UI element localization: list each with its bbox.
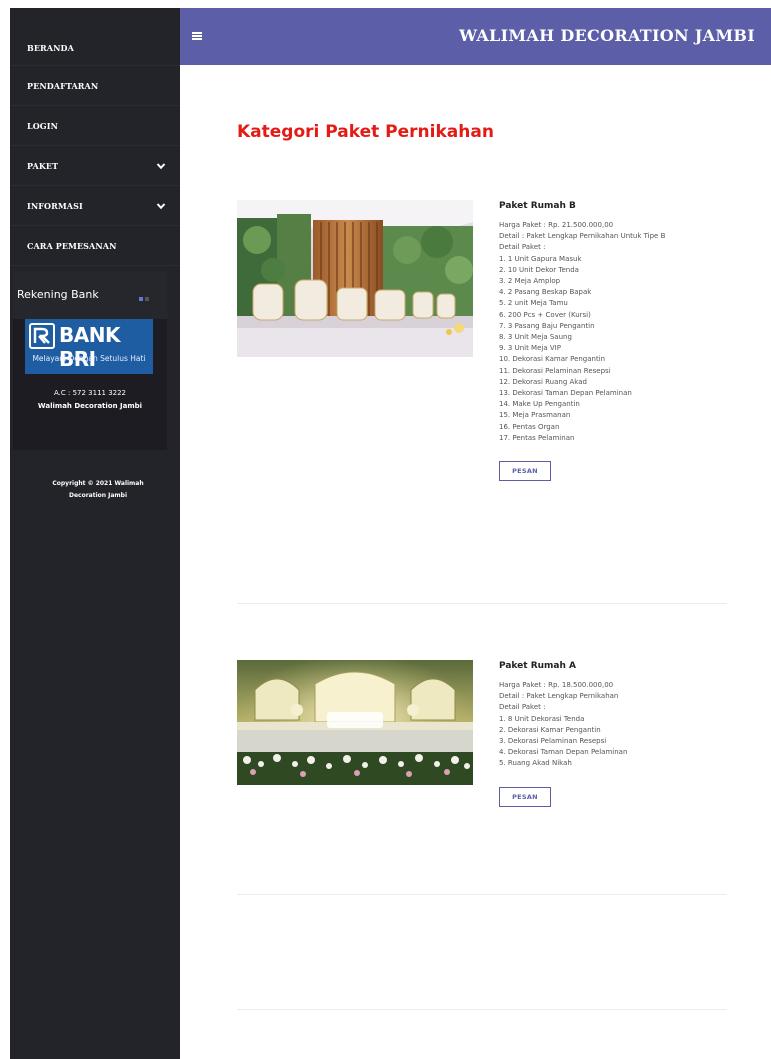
package-item: 4. Dekorasi Taman Depan Pelaminan [499, 748, 628, 757]
bank-title: Rekening Bank [17, 288, 99, 301]
package-item: 10. Dekorasi Kamar Pengantin [499, 355, 606, 364]
package-item: 7. 3 Pasang Baju Pengantin [499, 321, 595, 330]
product-name: Paket Rumah B [499, 201, 576, 211]
sidebar-item-label: LOGIN [27, 120, 58, 131]
package-item: 6. 200 Pcs + Cover (Kursi) [499, 310, 591, 319]
wedding-decoration-photo [237, 660, 473, 785]
product-detail-label: Detail Paket : [499, 703, 546, 712]
product-name: Paket Rumah A [499, 661, 577, 671]
sidebar-item-informasi[interactable]: INFORMASI [10, 186, 180, 226]
product-details: Harga Paket : Rp. 21.500.000,00 Detail :… [499, 220, 727, 444]
sidebar-nav: BERANDA PENDAFTARAN LOGIN PAKET INFORMAS… [10, 8, 180, 266]
package-item: 5. Ruang Akad Nikah [499, 759, 572, 768]
bank-account-box: Rekening Bank BANK BRI Melayani Dengan S… [13, 271, 167, 450]
sidebar-item-paket[interactable]: PAKET [10, 146, 180, 186]
wedding-decoration-photo [237, 200, 473, 357]
package-item: 16. Pentas Organ [499, 422, 560, 431]
package-item: 4. 2 Pasang Beskap Bapak [499, 288, 592, 297]
product-image-rumah-a[interactable] [237, 660, 473, 785]
pesan-button[interactable]: PESAN [499, 461, 551, 482]
bank-account-number: A.C : 572 3111 3222 [53, 389, 127, 397]
package-item: 11. Dekorasi Pelaminan Resepsi [499, 366, 611, 375]
divider [237, 1009, 727, 1010]
sidebar: BERANDA PENDAFTARAN LOGIN PAKET INFORMAS… [10, 8, 180, 1059]
package-item: 3. 2 Meja Amplop [499, 277, 561, 286]
product-price: Harga Paket : Rp. 18.500.000,00 [499, 681, 614, 689]
bank-header: Rekening Bank [13, 271, 167, 319]
product-detail-label: Detail Paket : [499, 243, 546, 252]
pesan-button[interactable]: PESAN [499, 786, 551, 807]
bri-logo-tagline: Melayani Dengan Setulus Hati [32, 354, 146, 363]
package-item: 9. 3 Unit Meja VIP [499, 344, 561, 353]
chevron-down-icon [156, 202, 166, 209]
carousel-indicator[interactable] [139, 297, 155, 301]
product-info: Paket Rumah A Harga Paket : Rp. 18.500.0… [499, 660, 727, 807]
sidebar-item-label: CARA PEMESANAN [27, 240, 117, 251]
page-title: Kategori Paket Pernikahan [237, 122, 494, 142]
package-item: 15. Meja Prasmanan [499, 411, 571, 420]
package-item: 17. Pentas Pelaminan [499, 433, 575, 442]
bank-account-name: Walimah Decoration Jambi [37, 402, 143, 410]
sidebar-item-label: INFORMASI [27, 200, 83, 211]
package-item: 14. Make Up Pengantin [499, 400, 580, 409]
hamburger-icon[interactable] [192, 32, 202, 40]
package-item: 1. 8 Unit Dekorasi Tenda [499, 714, 585, 723]
product-detail: Detail : Paket Lengkap Pernikahan Untuk … [499, 232, 666, 241]
package-item: 5. 2 unit Meja Tamu [499, 299, 568, 308]
sidebar-item-pendaftaran[interactable]: PENDAFTARAN [10, 66, 180, 106]
chevron-down-icon [156, 162, 166, 169]
package-item: 13. Dekorasi Taman Depan Pelaminan [499, 389, 632, 398]
copyright-text: Copyright © 2021 Walimah Decoration Jamb… [52, 480, 144, 499]
sidebar-item-cara-pemesanan[interactable]: CARA PEMESANAN [10, 226, 180, 266]
bri-logo-icon [29, 323, 55, 349]
sidebar-item-label: PENDAFTARAN [27, 80, 99, 91]
sidebar-item-beranda[interactable]: BERANDA [10, 8, 180, 66]
product-card: Paket Rumah B Harga Paket : Rp. 21.500.0… [237, 200, 727, 560]
sidebar-item-label: PAKET [27, 160, 59, 171]
product-image-rumah-b[interactable] [237, 200, 473, 357]
bank-bri-logo: BANK BRI Melayani Dengan Setulus Hati [25, 319, 153, 374]
package-item: 2. 10 Unit Dekor Tenda [499, 265, 579, 274]
top-bar: WALIMAH DECORATION JAMBI [180, 8, 771, 65]
package-item: 1. 1 Unit Gapura Masuk [499, 254, 582, 263]
sidebar-item-login[interactable]: LOGIN [10, 106, 180, 146]
package-item: 3. Dekorasi Pelaminan Resepsi [499, 737, 607, 746]
package-item: 12. Dekorasi Ruang Akad [499, 377, 587, 386]
package-item: 8. 3 Unit Meja Saung [499, 333, 572, 342]
divider [237, 603, 727, 604]
bri-logo-text: BANK BRI [59, 323, 120, 371]
divider [237, 894, 727, 895]
product-detail: Detail : Paket Lengkap Pernikahan [499, 692, 619, 701]
product-price: Harga Paket : Rp. 21.500.000,00 [499, 221, 614, 229]
site-title[interactable]: WALIMAH DECORATION JAMBI [459, 26, 755, 45]
package-item: 2. Dekorasi Kamar Pengantin [499, 725, 601, 734]
product-card: Paket Rumah A Harga Paket : Rp. 18.500.0… [237, 660, 727, 840]
product-info: Paket Rumah B Harga Paket : Rp. 21.500.0… [499, 200, 727, 482]
sidebar-item-label: BERANDA [27, 43, 74, 53]
product-details: Harga Paket : Rp. 18.500.000,00 Detail :… [499, 680, 727, 770]
